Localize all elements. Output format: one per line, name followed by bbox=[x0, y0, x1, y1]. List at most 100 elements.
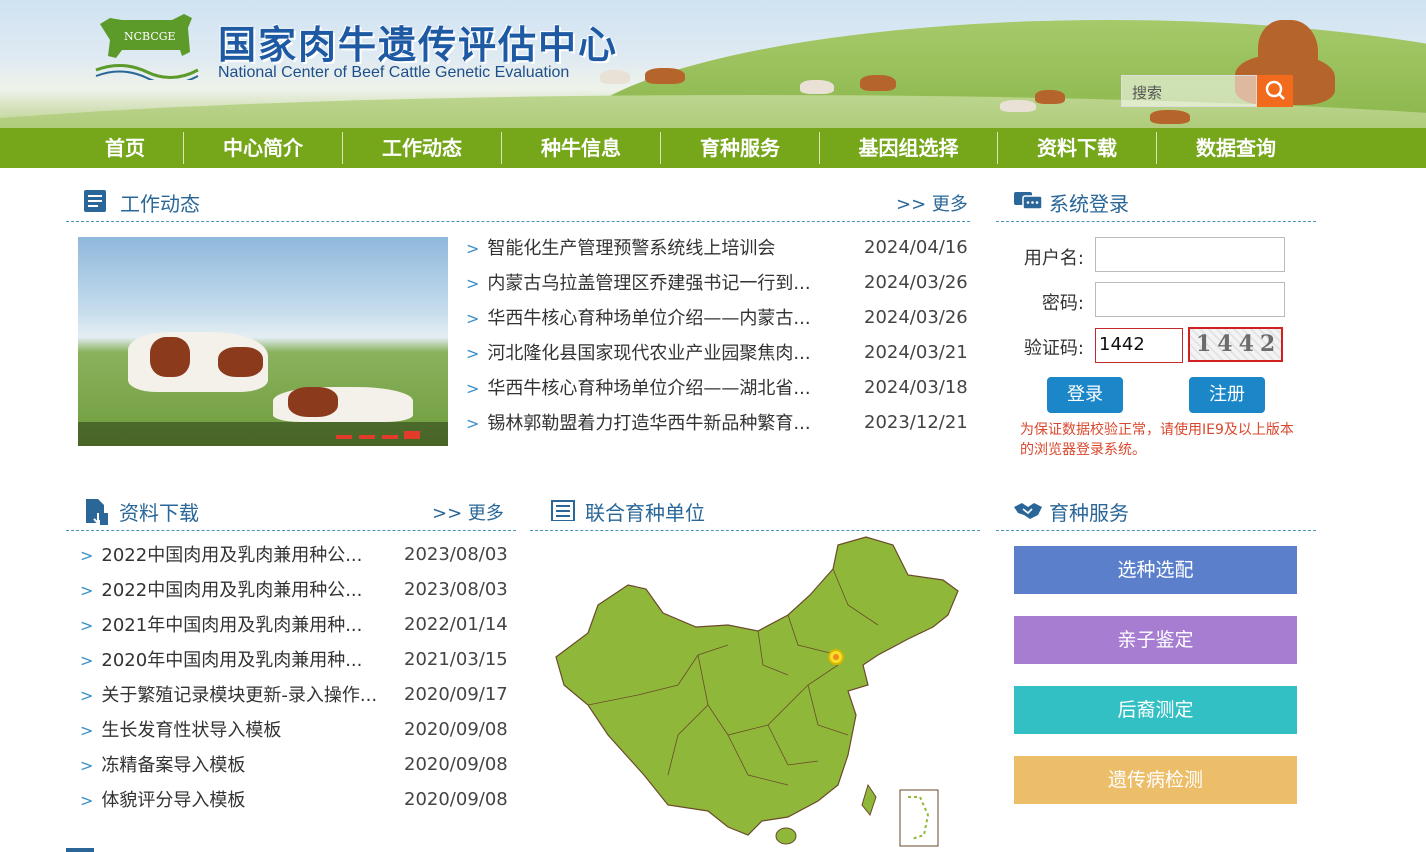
list-item[interactable]: > 内蒙古乌拉盖管理区乔建强书记一行到... bbox=[466, 272, 811, 307]
list-item[interactable]: > 智能化生产管理预警系统线上培训会 bbox=[466, 237, 775, 272]
download-date: 2022/01/14 bbox=[404, 614, 508, 635]
slide-indicator[interactable] bbox=[359, 435, 375, 439]
password-input[interactable] bbox=[1095, 282, 1285, 317]
taiwan-shape bbox=[861, 783, 877, 817]
list-item[interactable]: > 体貌评分导入模板 bbox=[80, 789, 245, 824]
site-header: NCBCGE 国家肉牛遗传评估中心 National Center of Bee… bbox=[0, 0, 1426, 128]
download-date: 2023/08/03 bbox=[404, 579, 508, 600]
list-item[interactable]: > 河北隆化县国家现代农业产业园聚焦肉... bbox=[466, 342, 811, 377]
logo-icon: NCBCGE bbox=[95, 14, 199, 80]
handshake-icon bbox=[1014, 503, 1042, 519]
cow-image bbox=[218, 347, 263, 377]
search-input[interactable]: 搜索 bbox=[1121, 75, 1257, 107]
news-date: 2024/03/18 bbox=[864, 377, 968, 398]
captcha-input[interactable]: 1442 bbox=[1095, 328, 1183, 363]
downloads-more-link[interactable]: >> 更多 bbox=[432, 499, 504, 525]
list-item[interactable]: > 关于繁殖记录模块更新-录入操作... bbox=[80, 684, 377, 719]
news-date: 2024/04/16 bbox=[864, 237, 968, 258]
list-item[interactable]: >2022中国肉用及乳肉兼用种公... bbox=[80, 579, 362, 614]
cow-decoration bbox=[1035, 90, 1065, 104]
slideshow-indicator-bar bbox=[78, 422, 448, 446]
chevron-right-icon: > bbox=[466, 379, 480, 398]
nav-item-home[interactable]: 首页 bbox=[104, 128, 146, 168]
downloads-title: 资料下载 bbox=[119, 501, 199, 525]
list-item[interactable]: > 生长发育性状导入模板 bbox=[80, 719, 281, 754]
list-item[interactable]: > 华西牛核心育种场单位介绍——湖北省... bbox=[466, 377, 811, 412]
cow-image bbox=[288, 387, 338, 417]
list-icon bbox=[84, 190, 106, 212]
list-item[interactable]: >2020年中国肉用及乳肉兼用种... bbox=[80, 649, 362, 684]
chevron-right-icon: > bbox=[466, 309, 480, 328]
nav-item-data-query[interactable]: 数据查询 bbox=[1157, 128, 1315, 168]
chevron-right-icon: > bbox=[466, 344, 480, 363]
nav-item-breeding-service[interactable]: 育种服务 bbox=[661, 128, 819, 168]
genetic-disease-test-button[interactable]: 遗传病检测 bbox=[1014, 756, 1297, 804]
chevron-right-icon: > bbox=[80, 581, 94, 600]
chevron-right-icon: > bbox=[80, 616, 94, 635]
slide-indicator[interactable] bbox=[382, 435, 398, 439]
download-date: 2020/09/08 bbox=[404, 789, 508, 810]
chevron-right-icon: > bbox=[80, 791, 94, 810]
chevron-right-icon: > bbox=[466, 414, 480, 433]
downloads-header: 资料下载 >> 更多 bbox=[66, 485, 516, 531]
china-map[interactable] bbox=[548, 535, 968, 852]
site-title: 国家肉牛遗传评估中心 bbox=[218, 22, 619, 67]
south-sea-inset bbox=[899, 789, 939, 847]
download-date: 2020/09/08 bbox=[404, 719, 508, 740]
slide-indicator-active[interactable] bbox=[404, 431, 420, 439]
username-label: 用户名: bbox=[1023, 248, 1084, 269]
cow-decoration bbox=[860, 75, 896, 91]
parentage-test-button[interactable]: 亲子鉴定 bbox=[1014, 616, 1297, 664]
main-nav: 首页 中心简介 工作动态 种牛信息 育种服务 基因组选择 资料下载 数据查询 bbox=[0, 128, 1426, 168]
browser-note: 为保证数据校验正常，请使用IE9及以上版本的浏览器登录系统。 bbox=[1020, 422, 1294, 458]
cow-decoration bbox=[645, 68, 685, 84]
work-news-header: 工作动态 >> 更多 bbox=[66, 176, 970, 222]
mating-selection-button[interactable]: 选种选配 bbox=[1014, 546, 1297, 594]
nav-item-about[interactable]: 中心简介 bbox=[184, 128, 342, 168]
list-item[interactable]: > 锡林郭勒盟着力打造华西牛新品种繁育... bbox=[466, 412, 811, 447]
chevron-right-icon: > bbox=[80, 686, 94, 705]
cow-decoration bbox=[600, 70, 630, 84]
list-item[interactable]: >2021年中国肉用及乳肉兼用种... bbox=[80, 614, 362, 649]
login-button[interactable]: 登录 bbox=[1047, 377, 1123, 413]
nav-item-bull-info[interactable]: 种牛信息 bbox=[502, 128, 660, 168]
list-item[interactable]: > 华西牛核心育种场单位介绍——内蒙古... bbox=[466, 307, 811, 342]
login-title: 系统登录 bbox=[1049, 192, 1129, 216]
captcha-image[interactable]: 1442 bbox=[1188, 327, 1283, 362]
work-news-more-link[interactable]: >> 更多 bbox=[896, 190, 968, 216]
search-button[interactable] bbox=[1257, 75, 1293, 107]
password-label: 密码: bbox=[1041, 293, 1084, 314]
chevron-right-icon: > bbox=[80, 651, 94, 670]
chat-icon bbox=[1014, 192, 1042, 210]
hainan-shape bbox=[775, 827, 797, 845]
nav-item-genomic-selection[interactable]: 基因组选择 bbox=[820, 128, 997, 168]
china-mainland-shape bbox=[555, 536, 959, 836]
search-icon bbox=[1265, 80, 1285, 100]
work-news-title: 工作动态 bbox=[120, 192, 200, 216]
username-input[interactable] bbox=[1095, 237, 1285, 272]
download-date: 2021/03/15 bbox=[404, 649, 508, 670]
breeding-service-header: 育种服务 bbox=[996, 485, 1316, 531]
chevron-right-icon: > bbox=[80, 721, 94, 740]
svg-text:NCBCGE: NCBCGE bbox=[124, 30, 176, 43]
news-slideshow[interactable] bbox=[78, 237, 448, 446]
section-footer-accent bbox=[66, 848, 94, 852]
captcha-label: 验证码: bbox=[1023, 338, 1084, 359]
register-button[interactable]: 注册 bbox=[1189, 377, 1265, 413]
site-subtitle: National Center of Beef Cattle Genetic E… bbox=[218, 64, 570, 81]
download-date: 2023/08/03 bbox=[404, 544, 508, 565]
chevron-right-icon: > bbox=[80, 756, 94, 775]
joint-units-header: 联合育种单位 bbox=[530, 485, 980, 531]
list-item[interactable]: >2022中国肉用及乳肉兼用种公... bbox=[80, 544, 362, 579]
download-date: 2020/09/17 bbox=[404, 684, 508, 705]
cow-image bbox=[150, 337, 190, 377]
progeny-test-button[interactable]: 后裔测定 bbox=[1014, 686, 1297, 734]
nav-item-downloads[interactable]: 资料下载 bbox=[998, 128, 1156, 168]
list-item[interactable]: > 冻精备案导入模板 bbox=[80, 754, 245, 789]
news-date: 2023/12/21 bbox=[864, 412, 968, 433]
slide-indicator[interactable] bbox=[336, 435, 352, 439]
joint-units-title: 联合育种单位 bbox=[585, 501, 705, 525]
chevron-right-icon: > bbox=[80, 546, 94, 565]
nav-item-work-news[interactable]: 工作动态 bbox=[343, 128, 501, 168]
cow-decoration bbox=[1150, 110, 1190, 124]
